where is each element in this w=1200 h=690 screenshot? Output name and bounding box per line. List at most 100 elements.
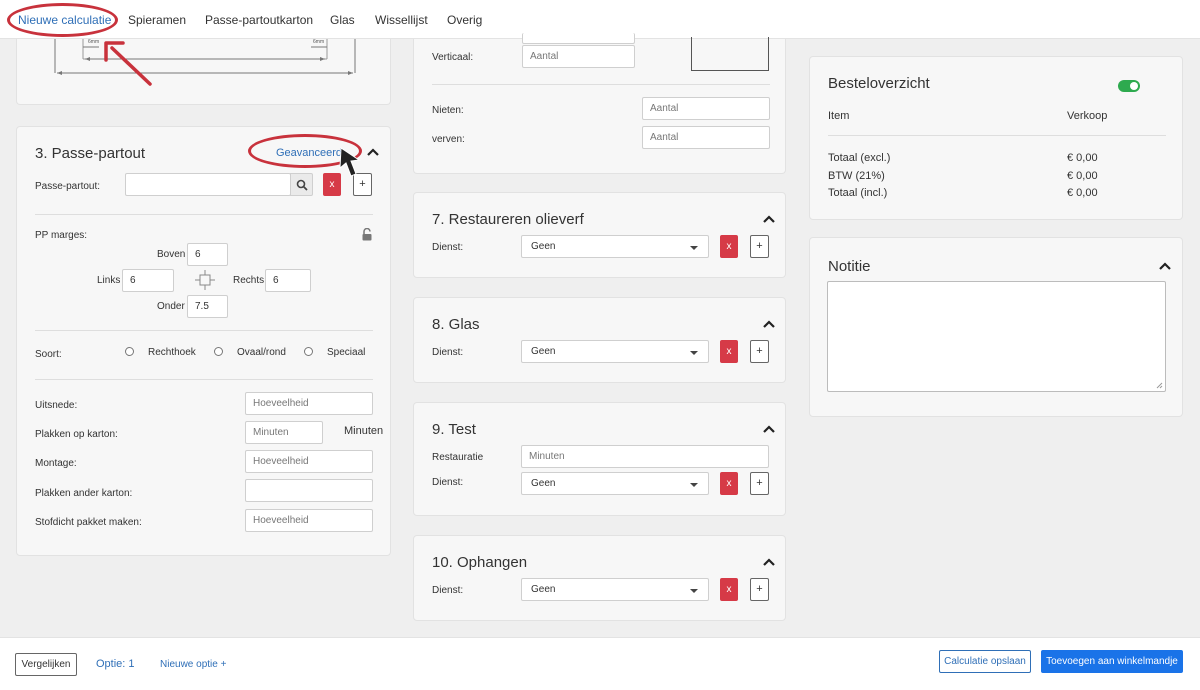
partial-input[interactable] xyxy=(522,33,635,44)
left-margin-input[interactable]: 6 xyxy=(122,269,174,292)
total-excl-label: Totaal (excl.) xyxy=(828,152,891,164)
add-to-cart-button[interactable]: Toevoegen aan winkelmandje xyxy=(1041,650,1183,673)
top-margin-label: Boven xyxy=(157,249,186,260)
chevron-down-icon xyxy=(690,246,698,250)
service-card-test: 9. Test Restauratie Minuten Dienst: Geen… xyxy=(413,402,786,516)
search-button[interactable] xyxy=(290,173,313,196)
montage-input[interactable]: Hoeveelheid xyxy=(245,450,373,473)
collapse-chevron-icon[interactable] xyxy=(1158,261,1172,271)
service-card-ophangen: 10. Ophangen Dienst: Geen x + xyxy=(413,535,786,621)
add-service-button[interactable]: + xyxy=(750,340,769,363)
service-card-glas: 8. Glas Dienst: Geen x + xyxy=(413,297,786,383)
divider xyxy=(35,330,373,331)
top-margin-input[interactable]: 6 xyxy=(187,243,228,266)
add-service-button[interactable]: + xyxy=(750,235,769,258)
restauratie-input[interactable]: Minuten xyxy=(521,445,769,468)
notes-textarea[interactable] xyxy=(827,281,1166,392)
restauratie-label: Restauratie xyxy=(432,452,484,463)
remove-service-button[interactable]: x xyxy=(720,235,738,258)
verven-input[interactable]: Aantal xyxy=(642,126,770,149)
vat-label: BTW (21%) xyxy=(828,170,885,182)
remove-service-button[interactable]: x xyxy=(720,340,738,363)
dienst-select[interactable]: Geen xyxy=(521,340,709,363)
bottom-margin-input[interactable]: 7.5 xyxy=(187,295,228,318)
passe-partout-input[interactable] xyxy=(125,173,291,196)
order-summary-card: Besteloverzicht Item Verkoop Totaal (exc… xyxy=(809,56,1183,220)
notes-card: Notitie xyxy=(809,237,1183,417)
add-service-button[interactable]: + xyxy=(750,578,769,601)
passe-partout-card: 3. Passe-partout Geavanceerd Passe-parto… xyxy=(16,126,391,556)
dienst-label: Dienst: xyxy=(432,242,464,253)
tab-overig[interactable]: Overig xyxy=(447,13,482,27)
pp-margins-label: PP marges: xyxy=(35,230,88,241)
passe-partout-label: Passe-partout: xyxy=(35,181,101,192)
option-tab[interactable]: Optie: 1 xyxy=(96,658,135,670)
save-calculation-button[interactable]: Calculatie opslaan xyxy=(939,650,1031,673)
tab-wissellijst[interactable]: Wissellijst xyxy=(375,13,428,27)
resize-handle-icon[interactable] xyxy=(1156,382,1163,389)
radio-speciaal-label: Speciaal xyxy=(327,347,366,358)
vertical-input[interactable]: Aantal xyxy=(522,45,635,68)
collapse-chevron-icon[interactable] xyxy=(762,319,776,329)
bottom-margin-label: Onder xyxy=(157,301,185,312)
dienst-label: Dienst: xyxy=(432,585,464,596)
nieten-label: Nieten: xyxy=(432,105,464,116)
nieten-input[interactable]: Aantal xyxy=(642,97,770,120)
stofdicht-label: Stofdicht pakket maken: xyxy=(35,517,142,528)
total-incl-label: Totaal (incl.) xyxy=(828,187,888,199)
plakken-ander-karton-input[interactable] xyxy=(245,479,373,502)
search-icon xyxy=(296,179,308,191)
radio-ovaal-label: Ovaal/rond xyxy=(237,347,286,358)
dienst-label: Dienst: xyxy=(432,347,464,358)
new-option-link[interactable]: Nieuwe optie + xyxy=(160,659,226,670)
service-title: 9. Test xyxy=(432,421,476,438)
unlock-icon[interactable] xyxy=(361,228,373,241)
radio-rechthoek[interactable] xyxy=(125,347,134,356)
collapse-chevron-icon[interactable] xyxy=(366,147,380,157)
collapse-chevron-icon[interactable] xyxy=(762,557,776,567)
service-card-restaureren: 7. Restaureren olieverf Dienst: Geen x + xyxy=(413,192,786,278)
total-excl-value: € 0,00 xyxy=(1067,152,1098,164)
sort-label: Soort: xyxy=(35,349,62,360)
col-sale-header: Verkoop xyxy=(1067,110,1108,122)
compare-button[interactable]: Vergelijken xyxy=(15,653,77,676)
dienst-select[interactable]: Geen xyxy=(521,235,709,258)
dienst-select-value: Geen xyxy=(531,346,556,357)
stofdicht-input[interactable]: Hoeveelheid xyxy=(245,509,373,532)
radio-speciaal[interactable] xyxy=(304,347,313,356)
chevron-down-icon xyxy=(690,351,698,355)
radio-ovaal[interactable] xyxy=(214,347,223,356)
uitsnede-input[interactable]: Hoeveelheid xyxy=(245,392,373,415)
vertical-label: Verticaal: xyxy=(432,52,474,63)
bottom-bar: Vergelijken Optie: 1 Nieuwe optie + Calc… xyxy=(0,637,1200,690)
dienst-label: Dienst: xyxy=(432,477,464,488)
total-incl-value: € 0,00 xyxy=(1067,187,1098,199)
collapse-chevron-icon[interactable] xyxy=(762,214,776,224)
col-item-header: Item xyxy=(828,110,850,122)
misc-card: Verticaal: Aantal Nieten: Aantal verven:… xyxy=(413,33,786,174)
remove-service-button[interactable]: x xyxy=(720,578,738,601)
divider xyxy=(35,214,373,215)
dienst-select[interactable]: Geen xyxy=(521,578,709,601)
right-margin-input[interactable]: 6 xyxy=(265,269,311,292)
dienst-select[interactable]: Geen xyxy=(521,472,709,495)
tab-glas[interactable]: Glas xyxy=(330,13,355,27)
summary-toggle[interactable] xyxy=(1118,80,1140,92)
collapse-chevron-icon[interactable] xyxy=(762,424,776,434)
plakken-op-karton-input[interactable]: Minuten xyxy=(245,421,323,444)
add-service-button[interactable]: + xyxy=(750,472,769,495)
remove-service-button[interactable]: x xyxy=(720,472,738,495)
diagram-right-mm: 6mm xyxy=(313,39,325,45)
tab-spieramen[interactable]: Spieramen xyxy=(128,13,186,27)
divider xyxy=(35,379,373,380)
annotation-arrow-red xyxy=(104,41,152,86)
notes-title: Notitie xyxy=(828,258,871,275)
left-margin-label: Links xyxy=(97,275,121,286)
plakken-op-karton-label: Plakken op karton: xyxy=(35,429,118,440)
frame-diagram-card: 6mm 6mm xyxy=(16,39,391,105)
tab-passe-partoutkarton[interactable]: Passe-partoutkarton xyxy=(205,13,313,27)
dienst-select-value: Geen xyxy=(531,241,556,252)
order-summary-title: Besteloverzicht xyxy=(828,75,930,92)
montage-label: Montage: xyxy=(35,458,77,469)
passe-partout-title: 3. Passe-partout xyxy=(35,145,146,162)
